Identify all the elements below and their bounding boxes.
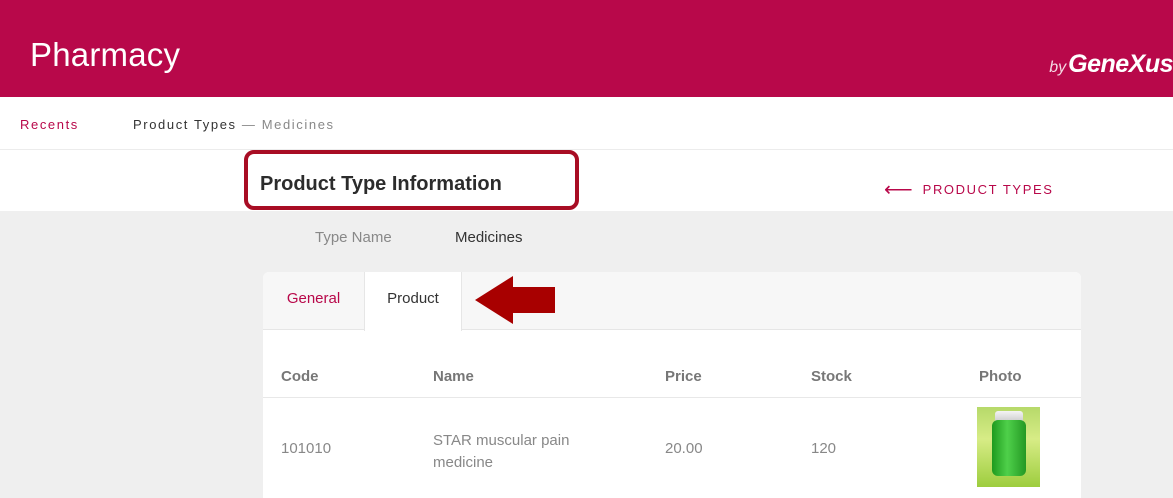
grid-header: Code Name Price Stock Photo <box>263 331 1081 398</box>
breadcrumb-current: Product Types — Medicines <box>133 117 335 132</box>
bottle-body <box>992 420 1026 476</box>
breadcrumb-separator: — <box>236 117 262 132</box>
breadcrumb: Recents Product Types — Medicines <box>0 97 1173 150</box>
cell-code: 101010 <box>281 440 332 457</box>
genexus-logo: byGeneXus <box>1049 50 1173 79</box>
tab-panel: General Product Code Name Price Stock Ph… <box>263 272 1081 498</box>
breadcrumb-recents[interactable]: Recents <box>20 117 79 132</box>
back-to-product-types-link[interactable]: ⟵ PRODUCT TYPES <box>884 175 1054 201</box>
app-header: Pharmacy byGeneXus <box>0 0 1173 97</box>
product-photo <box>977 407 1040 487</box>
brand-name: GeneXus <box>1068 50 1173 78</box>
title-highlight-box <box>244 150 579 210</box>
column-header-photo[interactable]: Photo <box>979 368 1022 385</box>
table-row[interactable]: 101010 STAR muscular pain medicine 20.00… <box>263 398 1081 495</box>
red-arrow-annotation-icon <box>475 276 555 324</box>
type-name-value: Medicines <box>455 229 523 246</box>
tab-product[interactable]: Product <box>364 272 462 331</box>
title-row: Product Type Information ⟵ PRODUCT TYPES <box>0 151 1173 211</box>
back-link-label: PRODUCT TYPES <box>922 182 1054 197</box>
breadcrumb-current-main: Product Types <box>133 117 237 132</box>
cell-name: STAR muscular pain medicine <box>433 432 570 471</box>
column-header-stock[interactable]: Stock <box>811 368 852 385</box>
type-name-label: Type Name <box>315 229 392 246</box>
tab-general[interactable]: General <box>263 272 364 330</box>
arrow-left-icon: ⟵ <box>884 179 913 201</box>
content-area: Type Name Medicines General Product Code… <box>0 211 1173 498</box>
tab-bar: General Product <box>263 272 1081 331</box>
brand-by: by <box>1049 59 1067 76</box>
app-title[interactable]: Pharmacy <box>30 36 180 74</box>
cell-price: 20.00 <box>665 440 703 457</box>
column-header-name[interactable]: Name <box>433 368 474 385</box>
breadcrumb-current-sub: Medicines <box>261 117 335 132</box>
cell-stock: 120 <box>811 440 837 457</box>
column-header-price[interactable]: Price <box>665 368 702 385</box>
column-header-code[interactable]: Code <box>281 368 319 385</box>
